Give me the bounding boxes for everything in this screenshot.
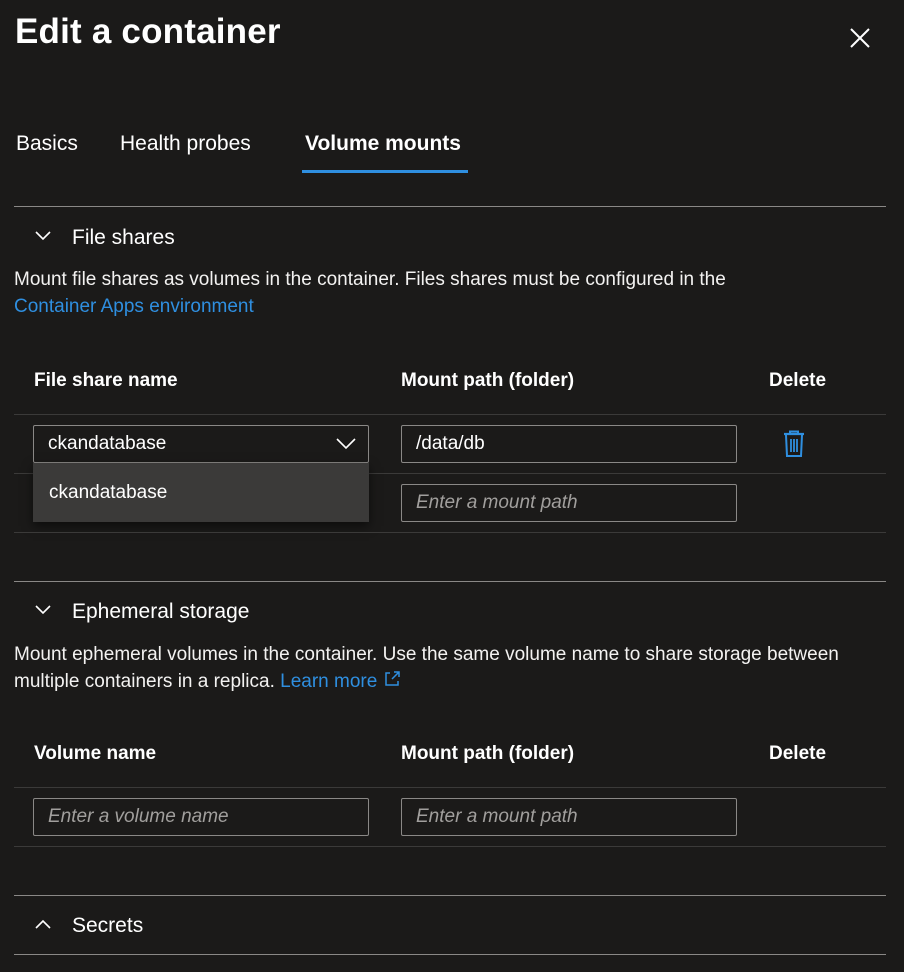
row-divider xyxy=(14,846,886,847)
tab-volume-mounts[interactable]: Volume mounts xyxy=(305,132,461,156)
learn-more-link[interactable]: Learn more xyxy=(280,671,400,692)
active-tab-indicator xyxy=(302,170,468,173)
ephemeral-storage-description: Mount ephemeral volumes in the container… xyxy=(14,641,874,695)
dropdown-option[interactable]: ckandatabase xyxy=(33,463,369,522)
volume-name-placeholder: Enter a volume name xyxy=(48,806,229,827)
new-mount-path-input[interactable]: Enter a mount path xyxy=(401,484,737,522)
tab-health-probes[interactable]: Health probes xyxy=(120,132,251,156)
row-divider xyxy=(14,787,886,788)
learn-more-label: Learn more xyxy=(280,671,378,692)
mount-path-input[interactable]: /data/db xyxy=(401,425,737,463)
file-share-dropdown-value: ckandatabase xyxy=(48,433,167,454)
column-header-delete: Delete xyxy=(769,743,827,764)
chevron-up-icon xyxy=(35,919,51,929)
tab-basics[interactable]: Basics xyxy=(16,132,78,156)
row-divider xyxy=(14,532,886,533)
edit-container-panel: Edit a container Basics Health probes Vo… xyxy=(0,0,904,972)
column-header-file-share-name: File share name xyxy=(34,370,178,391)
file-share-dropdown[interactable]: ckandatabase xyxy=(33,425,369,463)
column-header-mount-path: Mount path (folder) xyxy=(401,743,575,764)
close-icon[interactable] xyxy=(848,26,872,50)
secrets-header: Secrets xyxy=(72,914,144,937)
section-divider xyxy=(14,581,886,582)
section-divider xyxy=(14,895,886,896)
mount-path-value: /data/db xyxy=(416,433,485,454)
ephemeral-mount-path-input[interactable]: Enter a mount path xyxy=(401,798,737,836)
row-divider xyxy=(14,414,886,415)
external-link-icon xyxy=(384,671,400,686)
column-header-delete: Delete xyxy=(769,370,827,391)
file-shares-description-text: Mount file shares as volumes in the cont… xyxy=(14,269,726,290)
volume-name-input[interactable]: Enter a volume name xyxy=(33,798,369,836)
file-shares-description: Mount file shares as volumes in the cont… xyxy=(14,266,874,320)
file-share-dropdown-menu: ckandatabase xyxy=(33,463,369,522)
chevron-down-icon xyxy=(336,438,356,450)
section-divider xyxy=(14,206,886,207)
ephemeral-storage-description-text: Mount ephemeral volumes in the container… xyxy=(14,644,839,692)
column-header-mount-path: Mount path (folder) xyxy=(401,370,575,391)
chevron-down-icon xyxy=(35,605,51,615)
ephemeral-mount-path-placeholder: Enter a mount path xyxy=(416,806,578,827)
new-mount-path-placeholder: Enter a mount path xyxy=(416,492,578,513)
column-header-volume-name: Volume name xyxy=(34,743,157,764)
panel-title: Edit a container xyxy=(15,12,281,51)
ephemeral-storage-header: Ephemeral storage xyxy=(72,600,250,623)
chevron-down-icon xyxy=(35,231,51,241)
file-shares-header: File shares xyxy=(72,226,175,249)
section-divider xyxy=(14,954,886,955)
container-apps-environment-link[interactable]: Container Apps environment xyxy=(14,296,254,317)
delete-icon[interactable] xyxy=(782,430,806,463)
